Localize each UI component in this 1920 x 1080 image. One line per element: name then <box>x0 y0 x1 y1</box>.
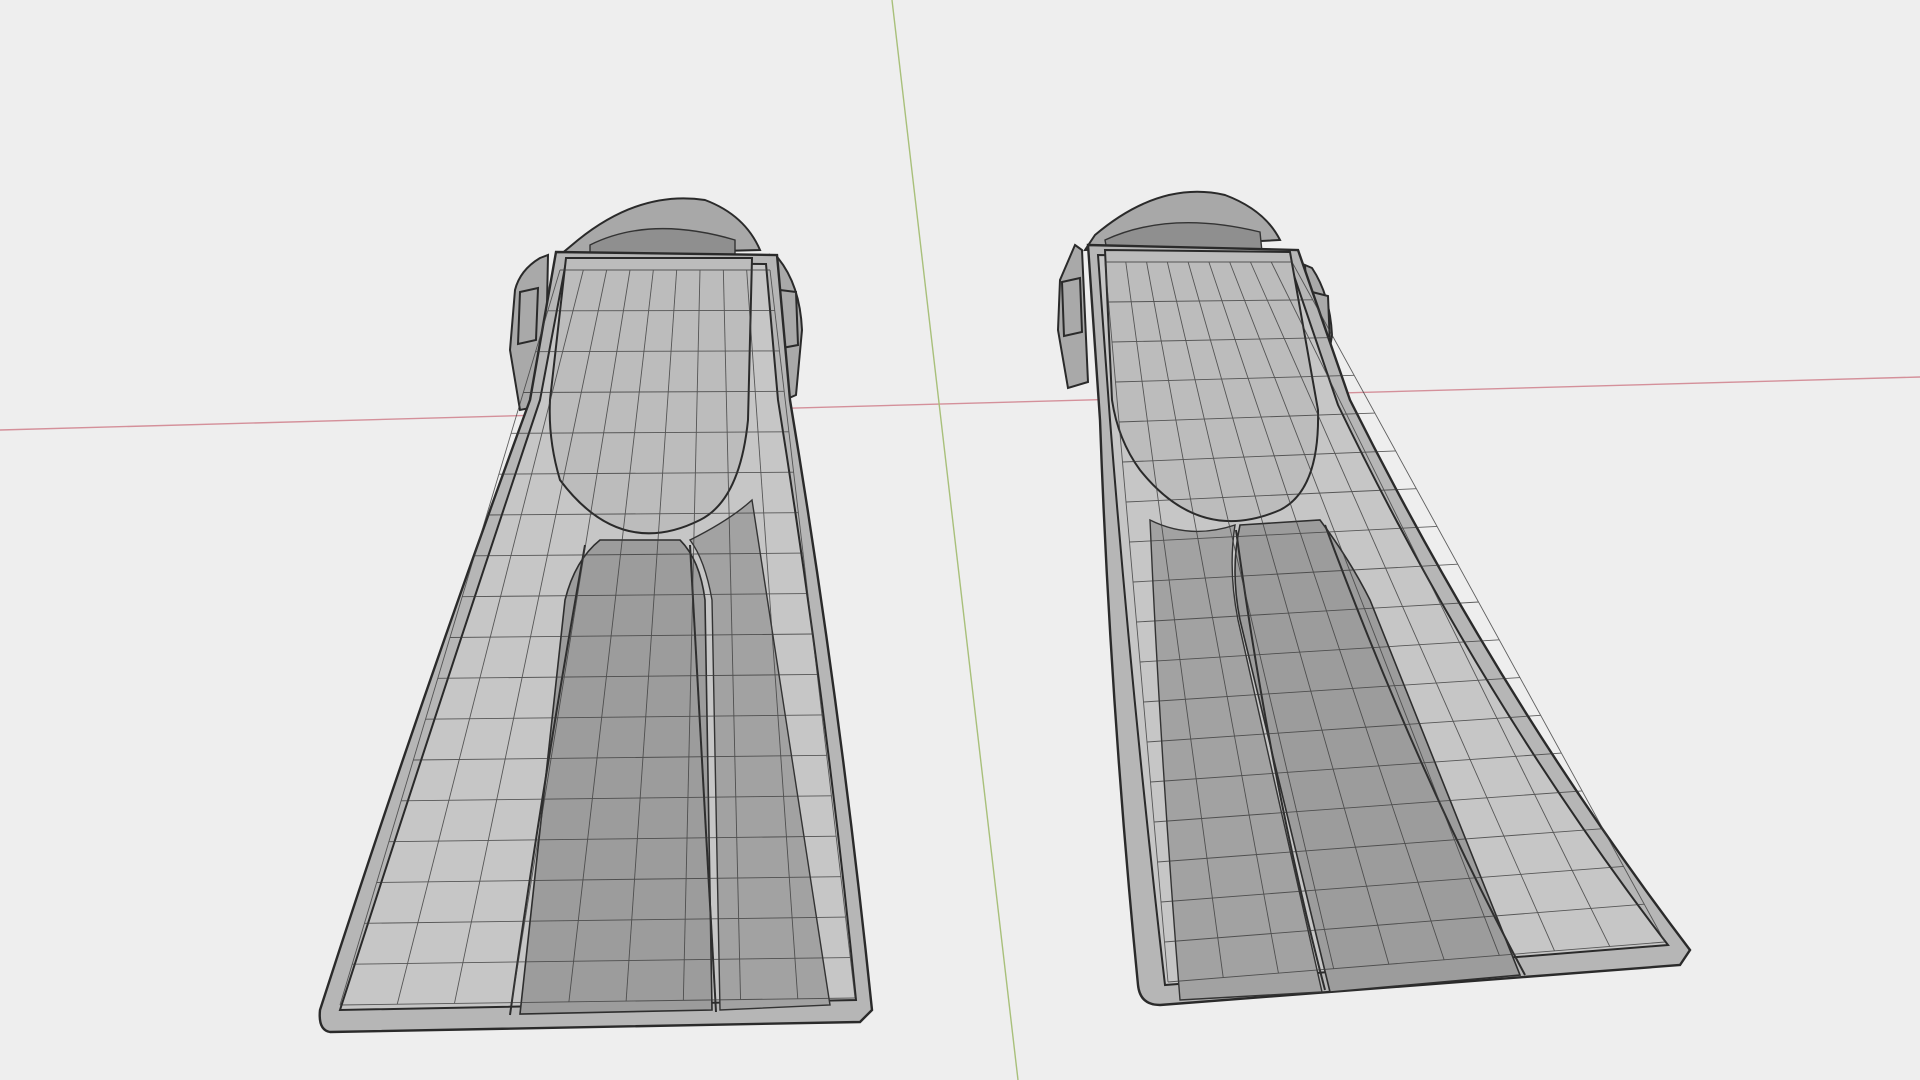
y-axis-line <box>891 0 1019 1080</box>
viewport-canvas[interactable] <box>0 0 1920 1080</box>
right-fin[interactable] <box>1056 190 1692 1007</box>
right-fin-buckle-left <box>1056 243 1090 390</box>
x-axis-line <box>0 376 1920 431</box>
3d-viewport[interactable] <box>0 0 1920 1080</box>
left-fin[interactable] <box>318 197 874 1034</box>
left-fin-foot-pocket <box>548 257 754 535</box>
